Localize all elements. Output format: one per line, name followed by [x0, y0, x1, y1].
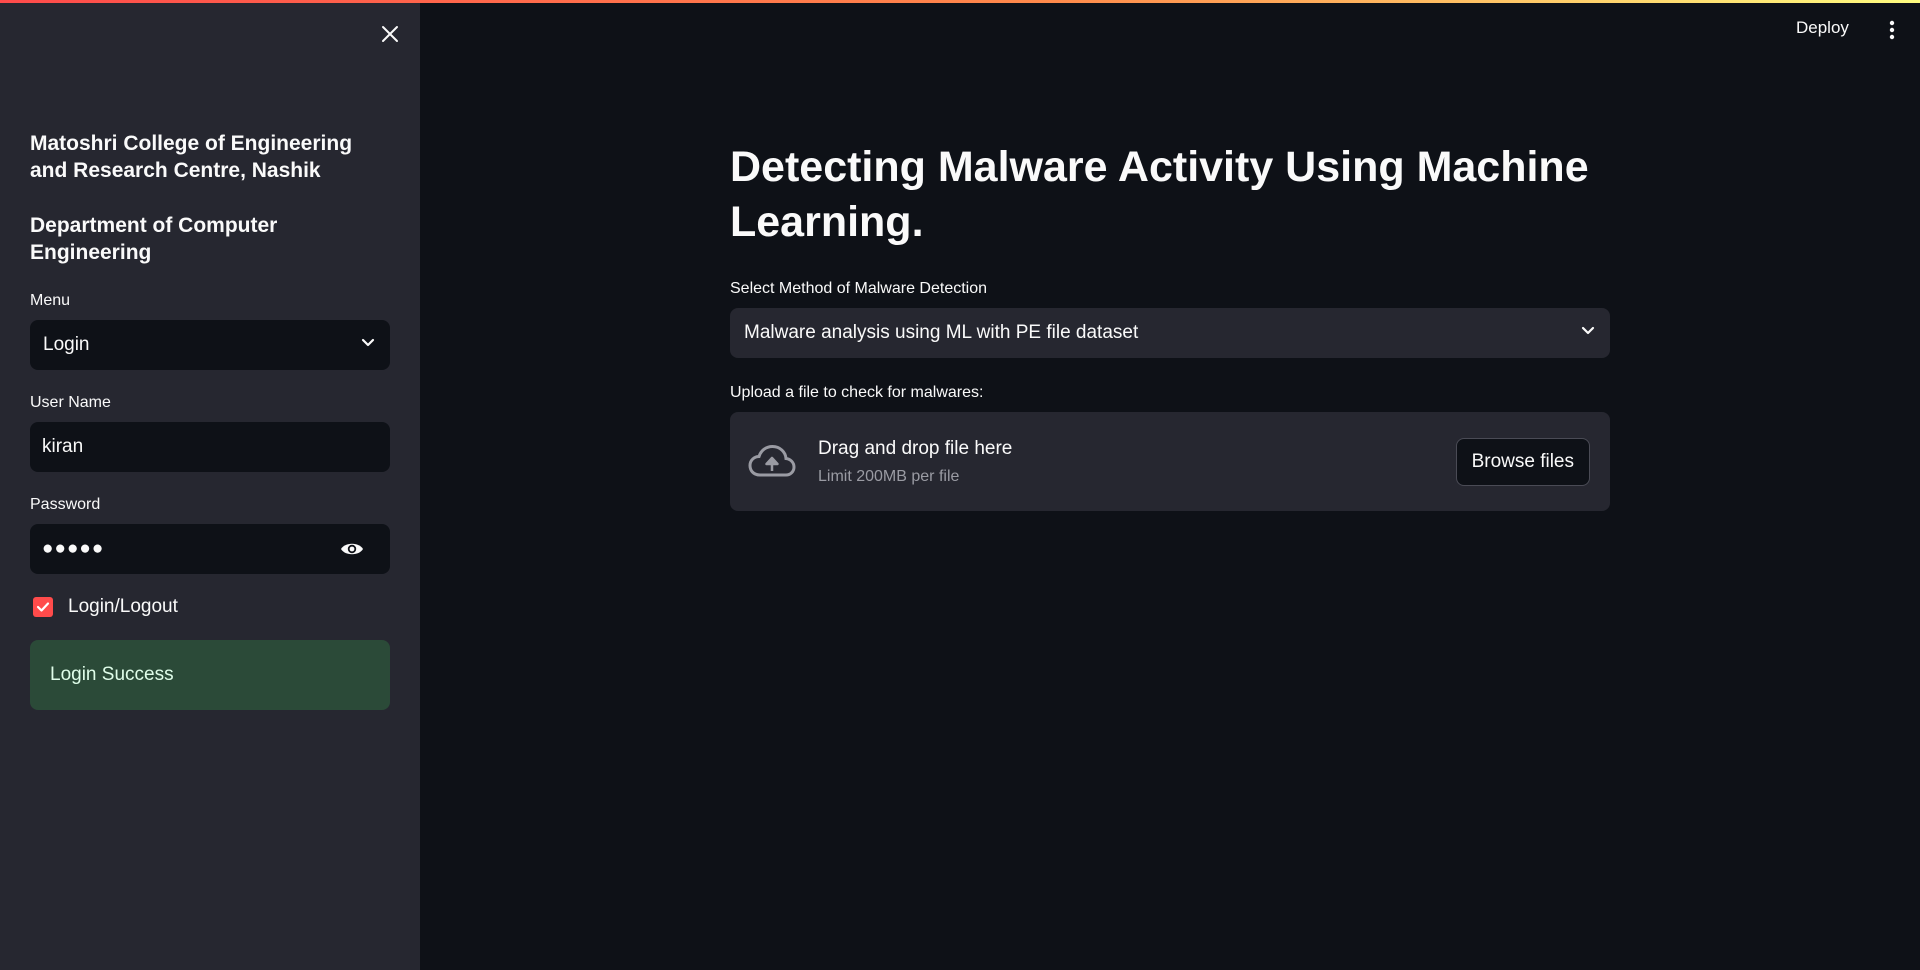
method-select[interactable]: Malware analysis using ML with PE file d…: [730, 308, 1610, 358]
chevron-down-icon: [1580, 322, 1596, 344]
username-input[interactable]: kiran: [30, 422, 390, 472]
checkbox-checked-icon[interactable]: [33, 597, 53, 617]
top-decoration-bar: [0, 0, 1920, 3]
sidebar: Matoshri College of Engineering and Rese…: [0, 0, 420, 970]
dropzone-limit: Limit 200MB per file: [818, 467, 960, 485]
password-value: ●●●●●: [42, 538, 105, 559]
chevron-down-icon: [360, 334, 376, 356]
alert-text: Login Success: [50, 664, 174, 685]
method-label: Select Method of Malware Detection: [730, 280, 988, 297]
username-value: kiran: [42, 436, 84, 457]
login-logout-checkbox[interactable]: Login/Logout: [30, 596, 390, 618]
department-title: Department of Computer Engineering: [30, 214, 278, 264]
password-input[interactable]: ●●●●●: [30, 524, 390, 574]
method-select-value: Malware analysis using ML with PE file d…: [744, 322, 1139, 343]
upload-label: Upload a file to check for malwares:: [730, 384, 984, 401]
menu-label: Menu: [30, 292, 71, 309]
browse-files-button[interactable]: Browse files: [1455, 437, 1590, 486]
eye-icon[interactable]: [340, 541, 364, 557]
sidebar-content: Matoshri College of Engineering and Rese…: [30, 130, 390, 710]
deploy-button[interactable]: Deploy: [1796, 18, 1849, 38]
dropzone-text: Drag and drop file here Limit 200MB per …: [818, 438, 1456, 486]
menu-select-value: Login: [43, 334, 90, 355]
main-content: Detecting Malware Activity Using Machine…: [730, 140, 1610, 511]
password-label: Password: [30, 496, 101, 513]
page-title: Detecting Malware Activity Using Machine…: [730, 143, 1589, 246]
checkbox-label: Login/Logout: [68, 596, 178, 617]
menu-select[interactable]: Login: [30, 320, 390, 370]
username-label: User Name: [30, 394, 111, 411]
login-success-alert: Login Success: [30, 640, 390, 710]
file-dropzone[interactable]: Drag and drop file here Limit 200MB per …: [730, 412, 1610, 511]
close-icon[interactable]: [376, 20, 404, 48]
vertical-dots-icon[interactable]: [1882, 18, 1902, 42]
dropzone-instruction: Drag and drop file here: [818, 437, 1013, 459]
college-title: Matoshri College of Engineering and Rese…: [30, 132, 353, 182]
cloud-upload-icon: [748, 442, 796, 482]
